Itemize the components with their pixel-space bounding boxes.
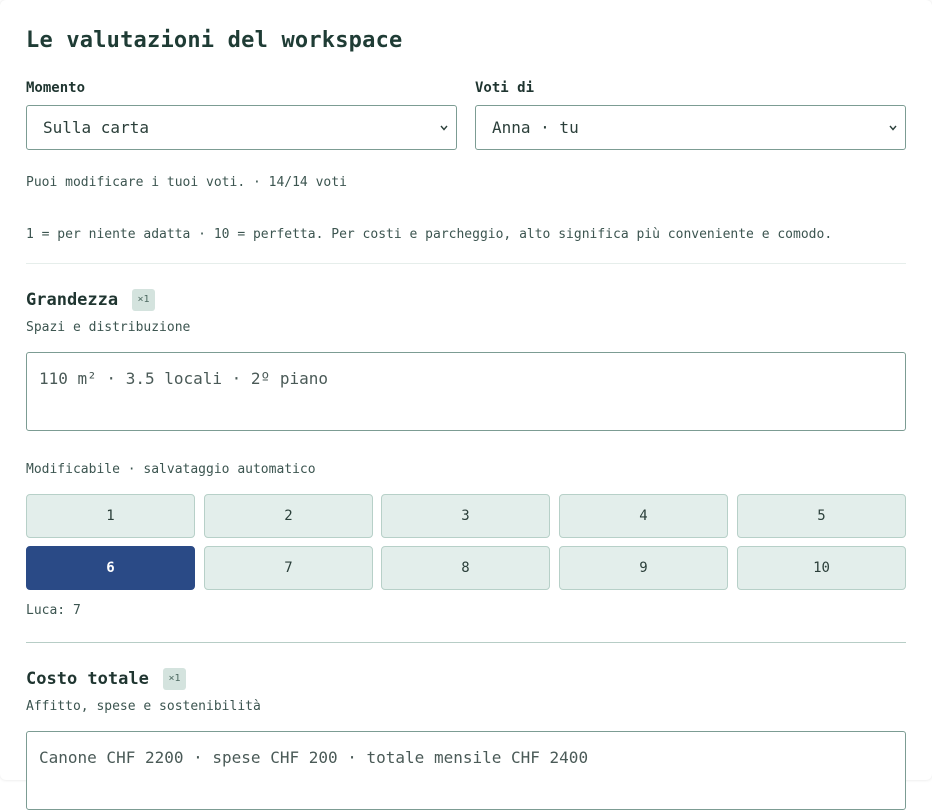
other-votes: Luca: 7 [26, 603, 81, 618]
criterion-details: 110 m² · 3.5 locali · 2º piano [39, 369, 328, 388]
score-button-5[interactable]: 5 [737, 494, 906, 538]
score-button-7[interactable]: 7 [204, 546, 373, 590]
voter-select[interactable]: Anna · tu [475, 105, 906, 150]
score-button-1[interactable]: 1 [26, 494, 195, 538]
moment-label: Momento [26, 80, 86, 96]
score-button-3[interactable]: 3 [381, 494, 550, 538]
divider [26, 642, 906, 643]
moment-select[interactable]: Sulla carta [26, 105, 457, 150]
divider [26, 263, 906, 264]
weight-badge: ×1 [132, 289, 155, 311]
ratings-card: Le valutazioni del workspace Momento Sul… [0, 0, 932, 810]
criterion-title: Grandezza [26, 290, 119, 310]
chevron-down-icon [889, 125, 897, 131]
weight-badge: ×1 [163, 668, 186, 690]
voter-label: Voti di [475, 80, 535, 96]
page-title: Le valutazioni del workspace [26, 28, 403, 53]
voter-select-value: Anna · tu [492, 118, 579, 137]
scale-note: 1 = per niente adatta · 10 = perfetta. P… [26, 227, 833, 242]
score-button-2[interactable]: 2 [204, 494, 373, 538]
score-button-6[interactable]: 6 [26, 546, 195, 590]
chevron-down-icon [440, 125, 448, 131]
criterion-details-field[interactable]: 110 m² · 3.5 locali · 2º piano [26, 352, 906, 431]
score-button-10[interactable]: 10 [737, 546, 906, 590]
moment-select-value: Sulla carta [43, 118, 149, 137]
criterion-details: Canone CHF 2200 · spese CHF 200 · totale… [39, 748, 589, 767]
score-button-4[interactable]: 4 [559, 494, 728, 538]
criterion-subtitle: Affitto, spese e sostenibilità [26, 699, 261, 714]
vote-status: Puoi modificare i tuoi voti. · 14/14 vot… [26, 175, 347, 190]
score-button-9[interactable]: 9 [559, 546, 728, 590]
criterion-details-field[interactable]: Canone CHF 2200 · spese CHF 200 · totale… [26, 731, 906, 810]
criterion-title: Costo totale [26, 669, 149, 689]
edit-note: Modificabile · salvataggio automatico [26, 462, 316, 477]
score-button-8[interactable]: 8 [381, 546, 550, 590]
criterion-subtitle: Spazi e distribuzione [26, 320, 191, 335]
